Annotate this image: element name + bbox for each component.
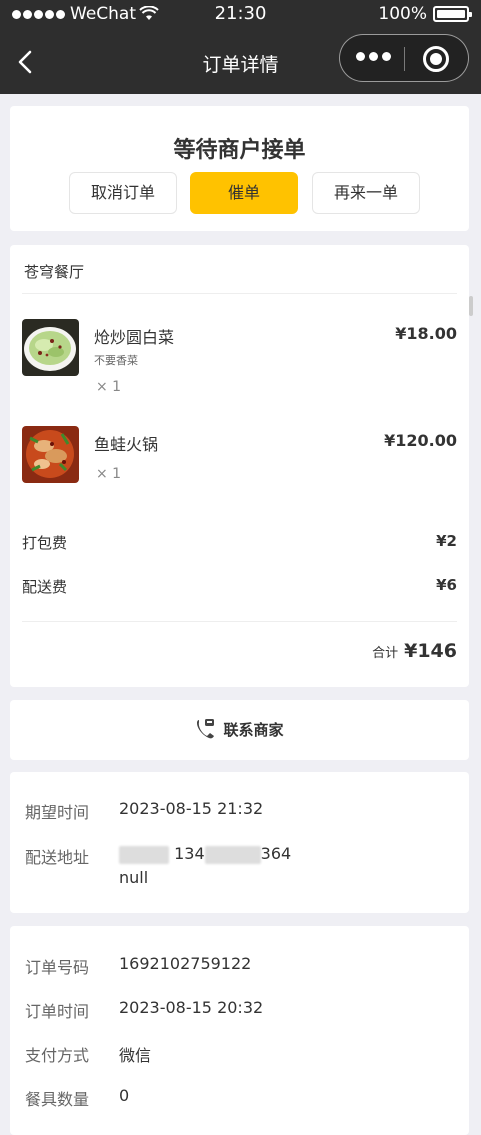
battery-percent: 100% xyxy=(378,4,427,24)
payment-method-label: 支付方式 xyxy=(25,1046,90,1065)
dish-name: 鱼蛙火锅 xyxy=(94,435,159,454)
expected-time-label: 期望时间 xyxy=(25,803,90,822)
contact-merchant-button[interactable]: 联系商家 xyxy=(10,718,469,740)
redacted-phone xyxy=(204,845,261,864)
order-info-card: 订单号码 1692102759122 订单时间 2023-08-15 20:32… xyxy=(10,926,469,1135)
delivery-fee-value: ¥6 xyxy=(436,576,457,594)
nav-bar: 订单详情 xyxy=(0,30,481,94)
payment-method-value: 微信 xyxy=(119,1046,152,1065)
order-items-card: 苍穹餐厅 炝炒圆白菜 不要香菜 × 1 ¥18.00 鱼蛙火锅 × 1 ¥120… xyxy=(10,245,469,687)
dish-image xyxy=(22,319,79,376)
address-phone-start: 134 xyxy=(174,844,205,863)
reorder-button[interactable]: 再来一单 xyxy=(312,172,420,214)
total-label: 合计 xyxy=(372,646,399,661)
dish-quantity: × 1 xyxy=(96,466,122,482)
dish-quantity: × 1 xyxy=(96,379,122,395)
list-item: 炝炒圆白菜 不要香菜 × 1 ¥18.00 xyxy=(22,319,457,399)
order-number-label: 订单号码 xyxy=(25,958,90,977)
expected-time-value: 2023-08-15 21:32 xyxy=(119,799,264,818)
address-phone-end: 364 xyxy=(260,844,292,863)
order-status-title: 等待商户接单 xyxy=(173,138,306,163)
dish-note: 不要香菜 xyxy=(94,354,138,367)
order-time-value: 2023-08-15 20:32 xyxy=(119,998,264,1017)
dish-image xyxy=(22,426,79,483)
order-status-card: 等待商户接单 取消订单 催单 再来一单 xyxy=(10,106,469,231)
capsule-divider xyxy=(404,47,405,71)
contact-merchant-card[interactable]: 联系商家 xyxy=(10,700,469,760)
address-label: 配送地址 xyxy=(25,848,90,867)
phone-icon xyxy=(197,719,215,739)
battery-icon xyxy=(433,6,472,22)
order-total: 合计 ¥146 xyxy=(372,640,457,662)
battery-group: 100% xyxy=(378,4,472,24)
packing-fee-value: ¥2 xyxy=(436,532,457,550)
packing-fee-row: 打包费 ¥2 xyxy=(22,532,457,553)
total-value: ¥146 xyxy=(404,640,457,662)
address-line2: null xyxy=(119,868,149,887)
urge-order-button[interactable]: 催单 xyxy=(190,172,298,214)
divider xyxy=(22,621,457,622)
delivery-info-card: 期望时间 2023-08-15 21:32 配送地址 134 364 null xyxy=(10,772,469,913)
more-icon[interactable] xyxy=(356,52,391,61)
cancel-order-button[interactable]: 取消订单 xyxy=(69,172,177,214)
dish-price: ¥120.00 xyxy=(384,431,457,450)
mini-program-capsule xyxy=(339,34,469,82)
contact-merchant-label: 联系商家 xyxy=(223,720,284,739)
scrollbar-thumb[interactable] xyxy=(469,296,473,316)
close-mini-program-icon[interactable] xyxy=(423,46,449,72)
dish-name: 炝炒圆白菜 xyxy=(94,328,175,347)
redacted-name xyxy=(119,845,169,864)
divider xyxy=(22,293,457,294)
tableware-count-label: 餐具数量 xyxy=(25,1090,90,1109)
address-value: 134 364 xyxy=(119,844,291,864)
delivery-fee-row: 配送费 ¥6 xyxy=(22,576,457,597)
status-bar: WeChat 21:30 100% xyxy=(0,0,481,30)
order-time-label: 订单时间 xyxy=(25,1002,90,1021)
shop-name: 苍穹餐厅 xyxy=(24,263,85,281)
tableware-count-value: 0 xyxy=(119,1086,130,1105)
delivery-fee-label: 配送费 xyxy=(22,578,68,596)
dish-price: ¥18.00 xyxy=(395,324,457,343)
packing-fee-label: 打包费 xyxy=(22,534,68,552)
list-item: 鱼蛙火锅 × 1 ¥120.00 xyxy=(22,426,457,486)
order-number-value: 1692102759122 xyxy=(119,954,252,973)
